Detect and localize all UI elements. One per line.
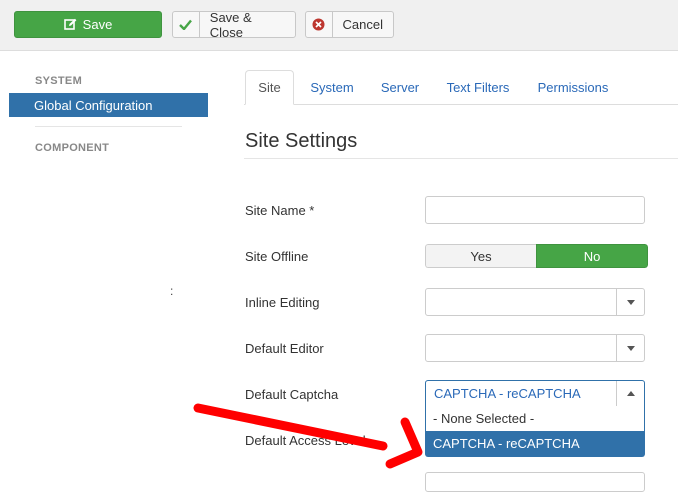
tab-server[interactable]: Server <box>372 70 428 105</box>
site-offline-yes-button[interactable]: Yes <box>425 244 536 268</box>
stray-text: : <box>170 284 174 298</box>
site-offline-label: Site Offline <box>245 249 309 264</box>
sidebar-item-global-configuration[interactable]: Global Configuration <box>9 93 208 117</box>
tab-system[interactable]: System <box>300 70 364 105</box>
site-name-input[interactable] <box>425 196 645 224</box>
tab-text-filters[interactable]: Text Filters <box>436 70 520 105</box>
cancel-button[interactable]: Cancel <box>305 11 394 38</box>
site-offline-no-button[interactable]: No <box>536 244 648 268</box>
captcha-option-recaptcha[interactable]: CAPTCHA - reCAPTCHA <box>426 431 644 456</box>
cancel-circle-icon <box>306 12 333 37</box>
chevron-down-icon <box>616 335 644 361</box>
save-button-label: Save <box>82 17 113 32</box>
save-close-label: Save & Close <box>209 9 252 40</box>
check-icon <box>173 12 200 37</box>
next-field-input[interactable] <box>425 472 645 492</box>
default-editor-value <box>426 335 616 361</box>
default-editor-label: Default Editor <box>245 341 324 356</box>
sidebar-heading-system: SYSTEM <box>35 75 83 87</box>
tab-permissions[interactable]: Permissions <box>528 70 618 105</box>
save-button[interactable]: Save <box>14 11 162 38</box>
section-divider <box>244 158 678 159</box>
cancel-label: Cancel <box>342 17 383 32</box>
toolbar: Save Save & Close Cancel <box>0 0 678 51</box>
captcha-dropdown-list: - None Selected - CAPTCHA - reCAPTCHA <box>425 406 645 457</box>
chevron-down-icon <box>616 289 644 315</box>
inline-editing-value <box>426 289 616 315</box>
default-captcha-value: CAPTCHA - reCAPTCHA <box>434 386 581 401</box>
default-captcha-label: Default Captcha <box>245 387 339 402</box>
default-captcha-select[interactable]: CAPTCHA - reCAPTCHA <box>425 380 645 407</box>
tab-site[interactable]: Site <box>245 70 294 105</box>
inline-editing-label: Inline Editing <box>245 295 320 310</box>
chevron-up-icon <box>616 381 644 406</box>
sidebar-heading-component: COMPONENT <box>35 142 110 154</box>
sidebar-divider <box>35 126 182 127</box>
inline-editing-select[interactable] <box>425 288 645 316</box>
captcha-option-none[interactable]: - None Selected - <box>426 406 644 431</box>
save-close-button[interactable]: Save & Close <box>172 9 296 40</box>
site-name-label: Site Name * <box>245 203 315 218</box>
section-title: Site Settings <box>245 130 358 152</box>
default-access-level-label: Default Access Level <box>245 433 366 448</box>
edit-icon <box>63 18 77 31</box>
default-editor-select[interactable] <box>425 334 645 362</box>
site-offline-toggle: Yes No <box>425 244 648 268</box>
